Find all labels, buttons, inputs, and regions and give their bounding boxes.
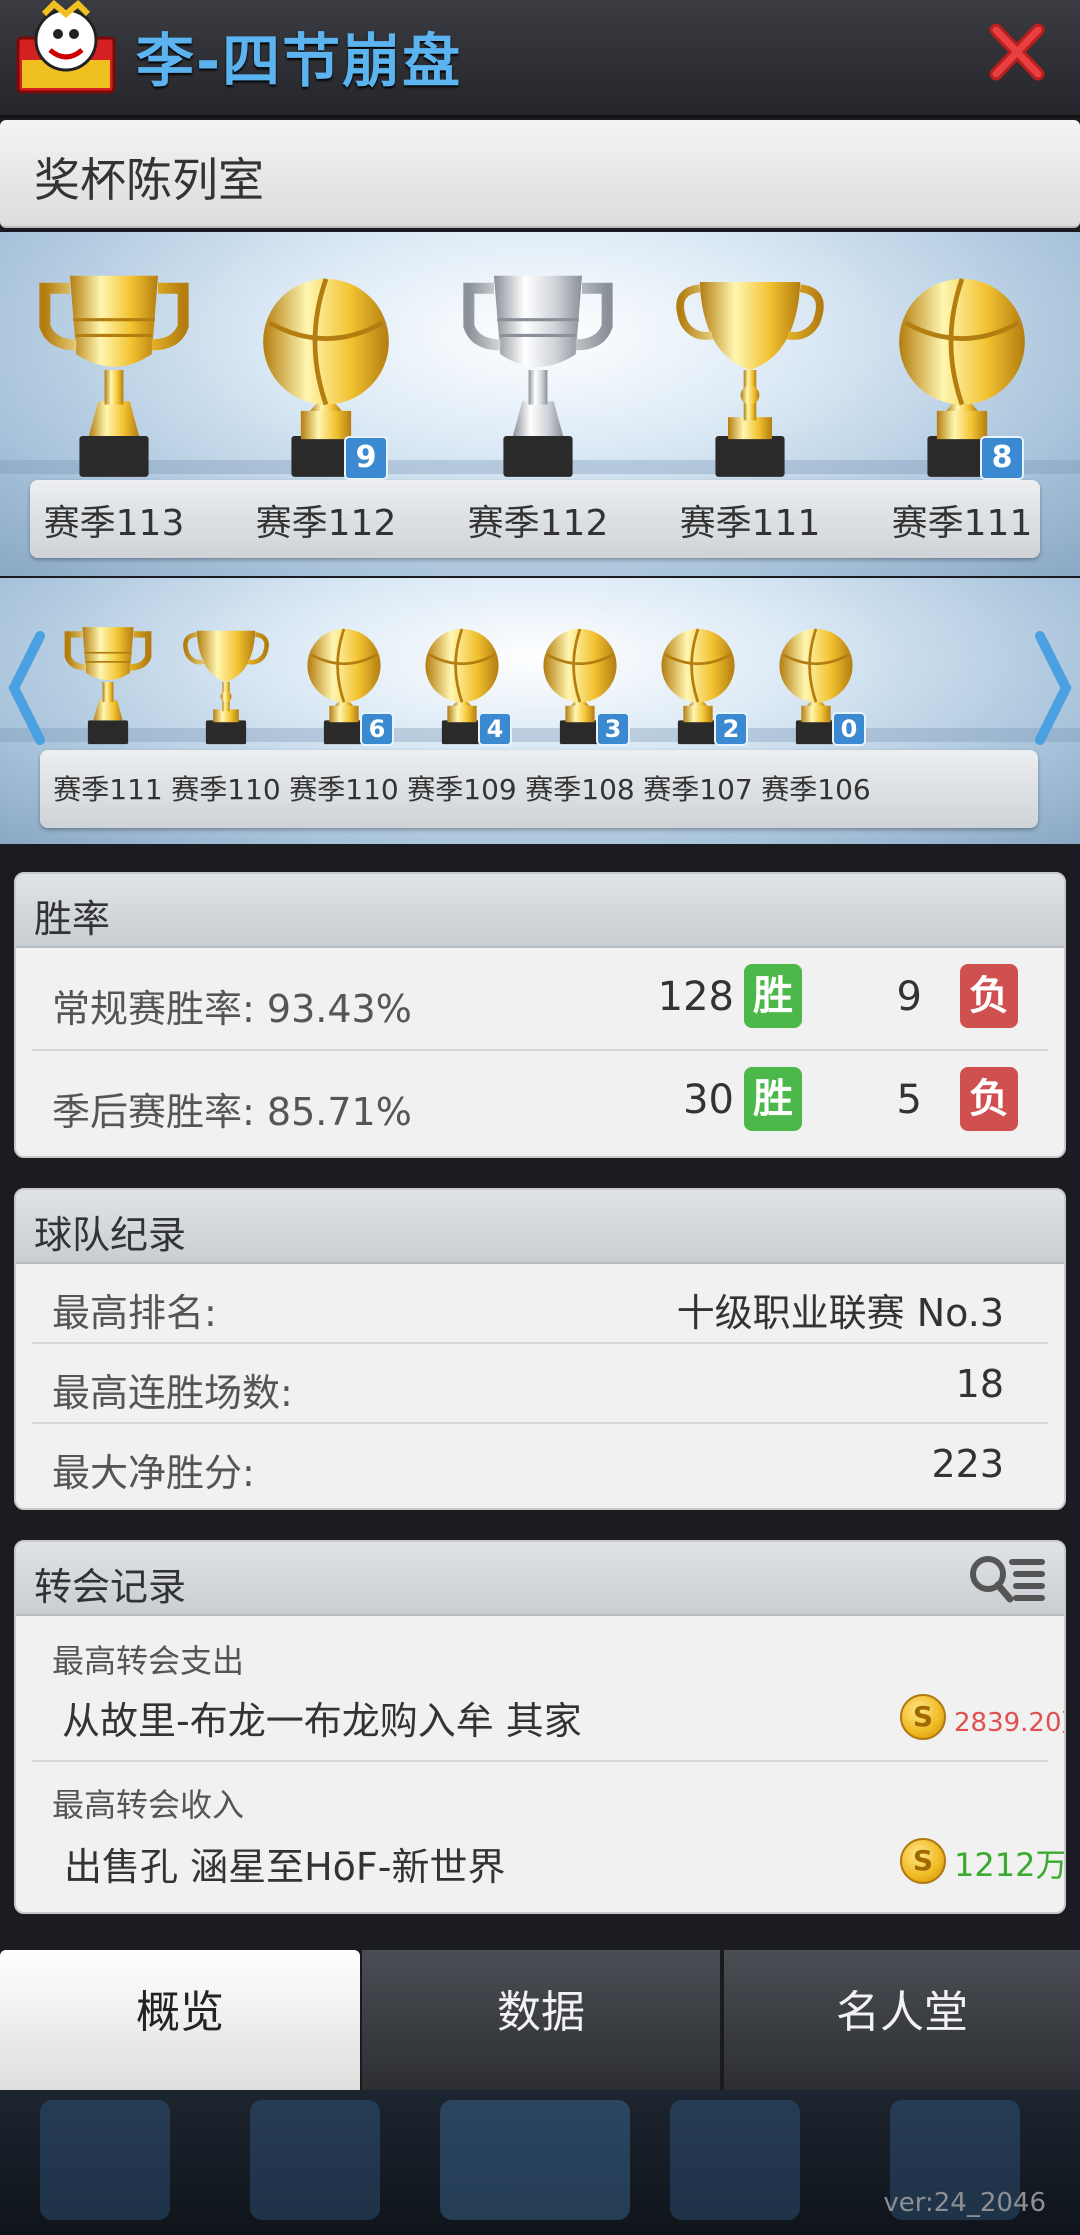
regular-season-rate: 93.43% [266, 987, 412, 1031]
team-records-panel: 球队纪录 最高排名: 十级职业联赛 No.3 最高连胜场数: 18 最大净胜分:… [14, 1188, 1066, 1510]
trophy-count-badge: 2 [714, 712, 748, 746]
trophy-count-badge: 0 [832, 712, 866, 746]
record-label: 最大净胜分: [52, 1451, 255, 1495]
team-logo-icon [16, 0, 116, 94]
tab-bar: 概览 数据 名人堂 [0, 1950, 1080, 2090]
header-bar: 李-四节崩盘 [0, 0, 1080, 118]
trophy-season-label: 赛季112 [467, 503, 609, 544]
trophy-count-badge: 4 [478, 712, 512, 746]
trophy-season-label: 赛季109 [407, 773, 517, 806]
playoff-row: 季后赛胜率: 85.71% 30 胜 5 负 [32, 1051, 1048, 1154]
win-rate-header: 胜率 [16, 874, 1064, 948]
loss-badge: 负 [960, 1067, 1018, 1131]
playoff-losses-count: 5 [896, 1077, 922, 1123]
transfer-spend-amount: 2839.20万 [954, 1708, 1064, 1738]
record-value: 223 [931, 1442, 1004, 1486]
trophy-season-label: 赛季110 [171, 773, 281, 806]
transfer-income-desc: 出售孔 涵星至HōF-新世界 [64, 1845, 506, 1889]
trophy-room-title-bar: 奖杯陈列室 [0, 120, 1080, 228]
trophy-count-badge: 8 [980, 436, 1024, 480]
coin-icon [900, 1838, 946, 1884]
tab-overview[interactable]: 概览 [0, 1950, 360, 2090]
version-label: ver:24_2046 [883, 2188, 1046, 2218]
record-row: 最高排名: 十级职业联赛 No.3 [32, 1264, 1048, 1344]
transfer-spend-label: 最高转会支出 [52, 1642, 245, 1680]
trophy-room-title: 奖杯陈列室 [34, 153, 264, 207]
win-rate-title: 胜率 [34, 897, 111, 941]
transfer-records-title: 转会记录 [34, 1565, 187, 1609]
record-label: 最高排名: [52, 1291, 217, 1335]
nav-icon [40, 2100, 170, 2220]
trophy-count-badge: 9 [344, 436, 388, 480]
record-label: 最高连胜场数: [52, 1371, 293, 1415]
record-value: 18 [955, 1362, 1004, 1406]
trophy-season-label: 赛季108 [525, 773, 635, 806]
trophy-season-label: 赛季112 [255, 503, 397, 544]
chevron-right-icon[interactable] [1030, 628, 1076, 748]
record-row: 最高连胜场数: 18 [32, 1344, 1048, 1424]
playoff-wins-count: 30 [683, 1077, 734, 1123]
team-title: 李-四节崩盘 [136, 27, 463, 95]
chalice-gold-trophy-icon[interactable] [666, 260, 834, 480]
win-badge: 胜 [744, 964, 802, 1028]
transfer-income-amount: 1212万 [954, 1846, 1066, 1884]
search-list-icon[interactable] [966, 1552, 1046, 1608]
regular-season-label: 常规赛胜率: 93.43% [52, 987, 412, 1031]
close-icon[interactable] [988, 20, 1046, 84]
regular-losses-count: 9 [896, 974, 922, 1020]
transfer-spend-block: 最高转会支出 从故里-布龙一布龙购入牟 其家 2839.20万 [32, 1616, 1064, 1762]
trophy-season-label: 赛季113 [43, 503, 185, 544]
coin-icon [900, 1694, 946, 1740]
loss-badge: 负 [960, 964, 1018, 1028]
transfer-records-panel: 转会记录 最高转会支出 从故里-布龙一布龙购入牟 其家 2839.20万 最高转… [14, 1540, 1066, 1914]
record-row: 最大净胜分: 223 [32, 1424, 1048, 1504]
trophy-count-badge: 6 [360, 712, 394, 746]
trophy-season-label: 赛季107 [643, 773, 753, 806]
cup-gold-trophy-icon[interactable] [30, 260, 198, 480]
tab-hall-of-fame[interactable]: 名人堂 [722, 1950, 1080, 2090]
nav-icon [250, 2100, 380, 2220]
playoff-label: 季后赛胜率: 85.71% [52, 1090, 412, 1134]
trophy-season-label: 赛季111 [53, 773, 163, 806]
record-value: 十级职业联赛 No.3 [676, 1291, 1004, 1335]
cup-gold-trophy-icon[interactable] [56, 618, 160, 746]
trophy-season-label: 赛季111 [679, 503, 821, 544]
trophy-season-label: 赛季111 [891, 503, 1033, 544]
win-rate-panel: 胜率 常规赛胜率: 93.43% 128 胜 9 负 季后赛胜率: 85.71%… [14, 872, 1066, 1158]
team-records-header: 球队纪录 [16, 1190, 1064, 1264]
win-badge: 胜 [744, 1067, 802, 1131]
playoff-rate: 85.71% [266, 1090, 412, 1134]
regular-wins-count: 128 [657, 974, 734, 1020]
transfer-records-header: 转会记录 [16, 1542, 1064, 1616]
nav-icon [670, 2100, 800, 2220]
team-records-title: 球队纪录 [34, 1213, 187, 1257]
tab-data[interactable]: 数据 [360, 1950, 720, 2090]
chalice-gold-trophy-icon[interactable] [174, 618, 278, 746]
chevron-left-icon[interactable] [4, 628, 50, 748]
cup-silver-trophy-icon[interactable] [454, 260, 622, 480]
trophy-count-badge: 3 [596, 712, 630, 746]
transfer-income-label: 最高转会收入 [52, 1786, 245, 1824]
trophy-season-label: 赛季106 [761, 773, 871, 806]
nav-icon [440, 2100, 630, 2220]
trophy-season-label: 赛季110 [289, 773, 399, 806]
regular-season-row: 常规赛胜率: 93.43% 128 胜 9 负 [32, 948, 1048, 1051]
transfer-spend-desc: 从故里-布龙一布龙购入牟 其家 [62, 1699, 582, 1743]
transfer-income-block: 最高转会收入 出售孔 涵星至HōF-新世界 1212万 [32, 1762, 1064, 1912]
